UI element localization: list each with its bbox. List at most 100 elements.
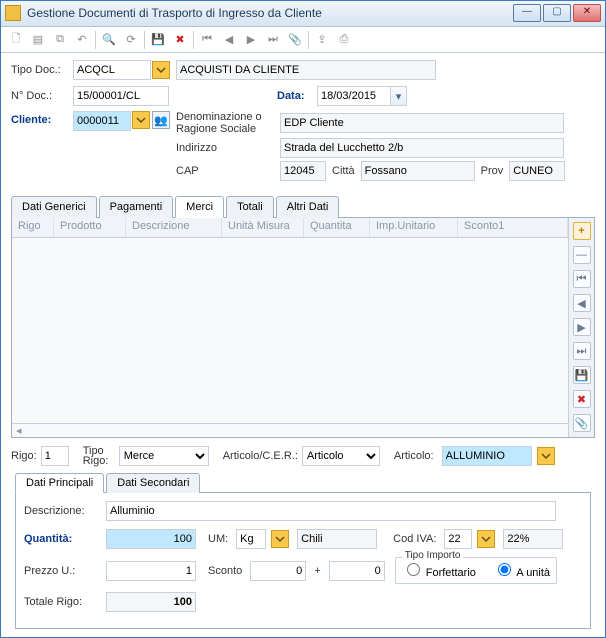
print-icon[interactable]: ⎙ — [335, 31, 353, 49]
data-label: Data: — [277, 90, 317, 102]
save-icon[interactable]: 💾 — [149, 31, 167, 49]
sconto-label: Sconto — [208, 565, 242, 577]
articolo-cer-select[interactable]: Articolo — [302, 446, 380, 466]
articolo-cer-label: Articolo/C.E.R.: — [223, 450, 298, 462]
titlebar: Gestione Documenti di Trasporto di Ingre… — [1, 1, 605, 27]
tipo-doc-desc — [176, 60, 436, 80]
refresh-icon[interactable]: ⟳ — [122, 31, 140, 49]
grid-next-button[interactable]: ▶ — [573, 318, 591, 336]
tab-merci[interactable]: Merci — [175, 196, 224, 218]
next-icon[interactable]: ▶ — [242, 31, 260, 49]
delete-icon[interactable]: ✖ — [171, 31, 189, 49]
quantita-label: Quantità: — [24, 533, 102, 545]
cliente-code-input[interactable] — [73, 111, 131, 131]
denom-input — [280, 113, 564, 133]
quantita-input[interactable] — [106, 529, 196, 549]
col-quantita[interactable]: Quantita — [304, 218, 370, 237]
prezzo-u-label: Prezzo U.: — [24, 565, 102, 577]
open-icon[interactable]: ▤ — [29, 31, 47, 49]
plus-label: + — [314, 565, 320, 577]
descrizione-input[interactable] — [106, 501, 556, 521]
cod-iva-input[interactable] — [444, 529, 472, 549]
prov-input — [509, 161, 565, 181]
app-icon — [5, 5, 21, 21]
tipo-rigo-select[interactable]: Merce — [119, 446, 209, 466]
n-doc-input[interactable] — [73, 86, 169, 106]
cap-label: CAP — [176, 165, 280, 177]
tab-dati-generici[interactable]: Dati Generici — [11, 196, 97, 218]
cliente-lookup-button[interactable] — [132, 111, 150, 129]
col-rigo[interactable]: Rigo — [12, 218, 54, 237]
citta-input — [361, 161, 475, 181]
grid-delete-button[interactable]: ✖ — [573, 390, 591, 408]
last-icon[interactable]: ⏭ — [264, 31, 282, 49]
new-icon[interactable]: 🗋 — [7, 31, 25, 49]
grid-save-button[interactable]: 💾 — [573, 366, 591, 384]
iva-desc — [503, 529, 563, 549]
col-prodotto[interactable]: Prodotto — [54, 218, 126, 237]
grid-prev-button[interactable]: ◀ — [573, 294, 591, 312]
rigo-label: Rigo: — [11, 450, 37, 462]
sconto2-input[interactable] — [329, 561, 385, 581]
grid-body[interactable] — [12, 238, 568, 423]
cod-iva-label: Cod IVA: — [393, 533, 436, 545]
tab-totali[interactable]: Totali — [226, 196, 274, 218]
export-icon[interactable]: ⇪ — [313, 31, 331, 49]
tipo-doc-input[interactable] — [73, 60, 151, 80]
um-label: UM: — [208, 533, 228, 545]
tab-altri-dati[interactable]: Altri Dati — [276, 196, 340, 218]
grid-scroll-left-icon[interactable]: ◂ — [16, 424, 22, 437]
um-lookup-button[interactable] — [271, 530, 289, 548]
grid-last-button[interactable]: ⏭ — [573, 342, 591, 360]
subtab-dati-secondari[interactable]: Dati Secondari — [106, 473, 200, 493]
date-dropdown-icon[interactable]: ▾ — [391, 86, 407, 106]
prezzo-u-input[interactable] — [106, 561, 196, 581]
um-input[interactable] — [236, 529, 266, 549]
first-icon[interactable]: ⏮ — [198, 31, 216, 49]
undo-icon[interactable]: ↶ — [73, 31, 91, 49]
tipo-importo-group: Tipo Importo Forfettario A unità — [395, 557, 557, 584]
cliente-people-button[interactable]: 👥 — [152, 111, 170, 129]
attach-icon[interactable]: 📎 — [286, 31, 304, 49]
rigo-input[interactable] — [41, 446, 69, 466]
col-imp-unitario[interactable]: Imp.Unitario — [370, 218, 458, 237]
um-desc — [297, 529, 377, 549]
sconto1-input[interactable] — [250, 561, 306, 581]
articolo-lookup-button[interactable] — [537, 447, 555, 465]
radio-a-unita[interactable]: A unità — [493, 567, 550, 579]
minimize-button[interactable]: — — [513, 4, 541, 22]
tab-pagamenti[interactable]: Pagamenti — [99, 196, 174, 218]
cod-iva-lookup-button[interactable] — [477, 530, 495, 548]
subtab-dati-principali[interactable]: Dati Principali — [15, 473, 104, 493]
grid-attach-button[interactable]: 📎 — [573, 414, 591, 432]
merci-grid[interactable]: Rigo Prodotto Descrizione Unità Misura Q… — [12, 218, 568, 437]
window-title: Gestione Documenti di Trasporto di Ingre… — [27, 6, 513, 20]
find-icon[interactable]: 🔍 — [100, 31, 118, 49]
grid-first-button[interactable]: ⏮ — [573, 270, 591, 288]
copy-icon[interactable]: ⧉ — [51, 31, 69, 49]
maximize-button[interactable]: ▢ — [543, 4, 571, 22]
close-button[interactable]: ✕ — [573, 4, 601, 22]
articolo-label: Articolo: — [394, 450, 434, 462]
col-sconto1[interactable]: Sconto1 — [458, 218, 568, 237]
grid-remove-button[interactable]: — — [573, 246, 591, 264]
data-input[interactable] — [317, 86, 391, 106]
totale-rigo-input — [106, 592, 196, 612]
cap-input — [280, 161, 326, 181]
radio-forfettario[interactable]: Forfettario — [402, 567, 476, 579]
tipo-importo-legend: Tipo Importo — [402, 550, 464, 561]
grid-add-button[interactable]: + — [573, 222, 591, 240]
cliente-label: Cliente: — [11, 111, 73, 126]
prev-icon[interactable]: ◀ — [220, 31, 238, 49]
citta-label: Città — [332, 165, 355, 177]
descrizione-label: Descrizione: — [24, 505, 102, 517]
tipo-doc-lookup-button[interactable] — [152, 61, 170, 79]
toolbar: 🗋 ▤ ⧉ ↶ 🔍 ⟳ 💾 ✖ ⏮ ◀ ▶ ⏭ 📎 ⇪ ⎙ — [1, 27, 605, 53]
col-descrizione[interactable]: Descrizione — [126, 218, 222, 237]
totale-rigo-label: Totale Rigo: — [24, 596, 102, 608]
tipo-rigo-label: Tipo Rigo: — [83, 446, 115, 466]
articolo-input[interactable] — [442, 446, 532, 466]
indirizzo-label: Indirizzo — [176, 142, 280, 154]
n-doc-label: N° Doc.: — [11, 90, 73, 102]
col-um[interactable]: Unità Misura — [222, 218, 304, 237]
